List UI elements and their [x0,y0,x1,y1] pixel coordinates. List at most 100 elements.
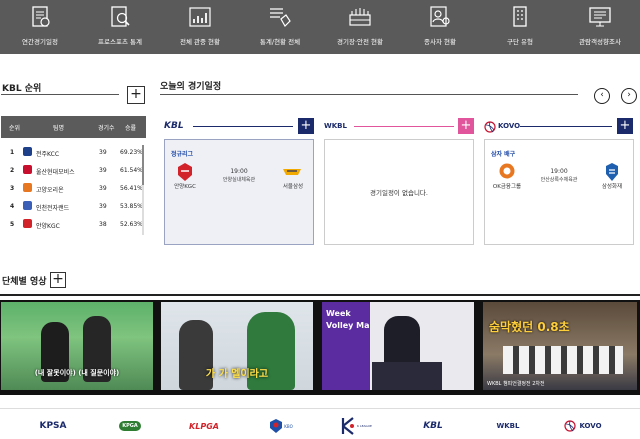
kleague-emblem-icon [341,417,355,435]
schedule-title: 오늘의 경기일정 [160,82,222,92]
home-team: OK금융그룹 [492,184,522,190]
kovo-logo: KOVO [498,122,521,130]
kbl-footer-logo: KBL [423,421,443,431]
top-navigation: 연간경기일정 프로스포츠 통계 전체 관중 현황 통계/현황 전체 경기장·안전… [0,0,640,54]
ranking-scrollbar-thumb[interactable] [142,145,144,185]
kpga-logo: KPGA [119,421,141,431]
game-card-kovo[interactable]: 삼자 배구 OK금융그룹 19:00 안산상록수체육관 삼성화재 [484,139,634,245]
rank-number: 5 [10,221,15,228]
footer-logo-kleague[interactable]: K LEAGUE [336,415,376,437]
games-played: 39 [99,203,107,210]
games-played: 39 [99,185,107,192]
league-wkbl-line [354,126,454,127]
away-team: 삼성화재 [601,184,623,190]
person-search-icon [430,6,450,27]
video-caption: 가 가 멜이라고 [205,369,269,380]
magnifier-report-icon [111,6,130,27]
calendar-doc-icon [32,6,50,27]
win-pct: 52.63% [120,221,143,228]
video-thumb-1[interactable]: (내 잘못이야) (내 질문이야) [1,302,153,390]
footer-logo-kovo[interactable]: KOVO [558,415,608,437]
team-logo-icon [23,201,32,210]
win-pct: 61.54% [120,167,143,174]
ranking-row[interactable]: 3 고양오리온 39 56.41% [1,179,146,197]
wkbl-footer-logo: WKBL [496,422,520,430]
samsung-fire-team-logo [606,163,618,181]
nav-club-type[interactable]: 구단 유형 [480,0,560,54]
ranking-row[interactable]: 4 인천전자랜드 39 53.85% [1,197,146,215]
nav-prosports-stats[interactable]: 프로스포츠 통계 [80,0,160,54]
game-card-kbl[interactable]: 정규리그 안양KGC 19:00 안양실내체육관 서울삼성 [164,139,314,245]
players-group [503,346,623,374]
team-name: 인천전자랜드 [36,205,70,212]
nav-label: 프로스포츠 통계 [98,38,142,46]
rank-number: 4 [10,203,15,210]
bar-chart-icon [189,7,211,27]
samsung-team-logo [283,169,301,175]
ranking-table-header: 순위 팀명 경기수 승률 [1,116,146,138]
win-pct: 53.85% [120,203,143,210]
game-category: 정규리그 [171,151,194,158]
video-caption: Week Volley Ma [326,309,370,330]
ranking-row[interactable]: 2 울산현대모비스 39 61.54% [1,161,146,179]
nav-workers[interactable]: 종사자 현황 [400,0,480,54]
video-caption: (내 잘못이야) (내 질문이야) [34,369,120,377]
league-kbl-line [193,126,293,127]
away-team: 서울삼성 [282,184,304,190]
kbl-ranking-title: KBL 순위 [2,84,42,94]
nav-label: 연간경기일정 [22,38,58,46]
league-wkbl-more-button[interactable]: + [458,118,474,134]
kbl-ranking-more-button[interactable]: + [127,86,145,104]
league-kovo-more-button[interactable]: + [617,118,633,134]
header-pct: 승률 [125,124,137,132]
video-thumb-2[interactable]: 가 가 멜이라고 [161,302,313,390]
section-divider [160,94,578,95]
ranking-row[interactable]: 5 안양KGC 38 52.63% [1,215,146,233]
header-team: 팀명 [53,124,65,132]
schedule-next-button[interactable]: › [621,88,637,104]
footer-divider [0,408,640,409]
video-thumb-3[interactable]: Week Volley Ma [322,302,474,390]
win-pct: 56.41% [120,185,143,192]
volleyball-icon [484,121,496,133]
team-name: 울산현대모비스 [36,169,75,176]
video-thumb-4[interactable]: 숨막혔던 0.8초 WKBL 챔피언결정전 2차전 [483,302,637,390]
footer-logo-kpga[interactable]: KPGA [112,415,148,437]
videos-title: 단체별 영상 [2,277,47,287]
nav-stats-all[interactable]: 통계/현황 전체 [240,0,320,54]
team-name: 전주KCC [36,151,60,158]
videos-more-button[interactable]: + [50,272,66,288]
games-played: 39 [99,149,107,156]
footer-logo-kpsa[interactable]: KPSA [30,415,76,437]
kleague-logo: K LEAGUE [357,424,372,428]
schedule-prev-button[interactable]: ‹ [594,88,610,104]
no-games-message: 경기일정이 없습니다. [370,189,428,197]
survey-board-icon [589,7,611,27]
kpsa-logo: KPSA [39,421,67,431]
team-logo-icon [23,165,32,174]
league-kbl-more-button[interactable]: + [298,118,314,134]
nav-stadium-safety[interactable]: 경기장·안전 현황 [320,0,400,54]
desk [372,362,442,390]
nav-annual-schedule[interactable]: 연간경기일정 [0,0,80,54]
section-divider [1,94,119,95]
kbo-emblem-icon [270,419,283,433]
nav-label: 종사자 현황 [424,38,456,46]
team-logo-icon [23,219,32,228]
videos-divider [0,294,640,296]
footer-logo-kbl[interactable]: KBL [416,415,450,437]
games-played: 39 [99,167,107,174]
nav-audience-survey[interactable]: 관람객성향조사 [560,0,640,54]
nav-label: 전체 관중 현황 [179,38,220,46]
stadium-icon [349,8,371,26]
klpga-logo: KLPGA [189,421,219,431]
nav-attendance[interactable]: 전체 관중 현황 [160,0,240,54]
footer-logo-wkbl[interactable]: WKBL [490,415,526,437]
volleyball-icon [564,420,577,432]
footer-logo-klpga[interactable]: KLPGA [182,415,226,437]
team-logo-icon [23,183,32,192]
header-games: 경기수 [98,124,115,132]
video-subcaption: WKBL 챔피언결정전 2차전 [487,381,545,387]
ranking-row[interactable]: 1 전주KCC 39 69.23% [1,143,146,161]
footer-logo-kbo[interactable]: KBO [266,415,296,437]
